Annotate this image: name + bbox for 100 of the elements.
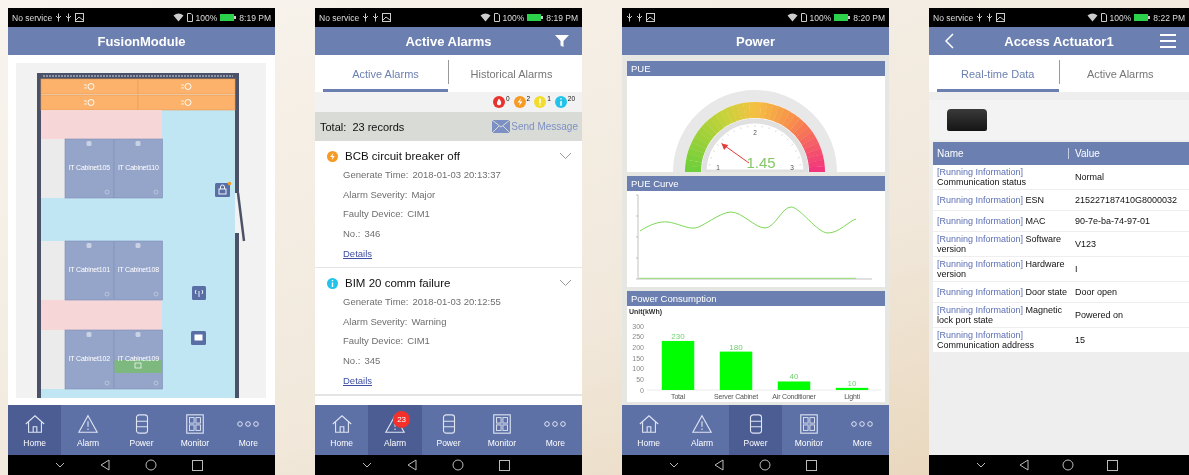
fan-icon (180, 83, 192, 90)
back-icon[interactable] (1018, 459, 1029, 471)
cooling-unit[interactable] (40, 78, 139, 95)
battery-icon (220, 14, 237, 21)
field-label: No.: (343, 227, 361, 239)
screen-title: Access Actuator1 (1004, 33, 1114, 49)
cooling-unit[interactable] (137, 78, 236, 95)
usb-icon (65, 13, 73, 22)
chevron-down-icon[interactable] (55, 461, 66, 469)
screen-title: FusionModule (97, 33, 186, 49)
value-label: 10 (847, 378, 857, 388)
bar (777, 381, 811, 390)
value-label: 230 (671, 331, 685, 341)
table-cell-text: [Running Information] Magnetic lock port state (936, 305, 1064, 325)
alarm-title: BIM 20 comm failure (345, 277, 452, 289)
nav-tab[interactable]: Alarm (675, 405, 729, 455)
nav-tab[interactable]: Alarm (61, 405, 115, 455)
nav-tab[interactable]: Monitor (168, 405, 222, 455)
nav-tab[interactable]: Monitor (782, 405, 836, 455)
back-icon[interactable] (943, 32, 957, 50)
carrier-text: No service (933, 12, 974, 23)
image-icon (75, 13, 85, 22)
field-label: Alarm Severity: (343, 315, 408, 327)
battery-percent: 100% (502, 12, 525, 23)
dots-icon (851, 420, 874, 427)
usb-icon (372, 13, 380, 22)
home-circle-icon[interactable] (1061, 459, 1074, 471)
image-icon (996, 13, 1006, 22)
usb-icon (626, 13, 633, 22)
sim-icon (800, 13, 807, 22)
nav-tab[interactable]: Home (315, 405, 369, 455)
dots-icon (544, 420, 567, 427)
recent-apps-icon[interactable] (498, 459, 510, 471)
field-label: Generate Time: (343, 169, 409, 181)
grid-icon (183, 412, 206, 435)
details-link[interactable]: Details (343, 248, 373, 259)
chevron-down-icon[interactable] (362, 461, 373, 469)
table-cell-text: [Running Information] ESN (936, 195, 1046, 205)
nav-tab[interactable]: More (221, 405, 275, 455)
battery-percent: 100% (1109, 12, 1132, 23)
nav-tab[interactable]: More (835, 405, 889, 455)
clock-time: 8:19 PM (546, 12, 578, 23)
battery-icon (834, 14, 851, 21)
chevron-down-icon[interactable] (669, 461, 680, 469)
field-value: CIM1 (407, 208, 430, 220)
clock-time: 8:22 PM (1153, 12, 1185, 23)
details-link[interactable]: Details (343, 375, 373, 386)
home-circle-icon[interactable] (144, 459, 157, 471)
warning-icon (691, 412, 714, 435)
sim-icon (493, 13, 500, 22)
filter-icon[interactable] (554, 33, 570, 49)
table-cell-text: V123 (1074, 239, 1097, 249)
table-cell-text: [Running Information] Hardware version (936, 259, 1066, 279)
nav-tab[interactable]: Home (8, 405, 62, 455)
display-icon[interactable] (191, 331, 206, 345)
usb-icon (636, 13, 643, 22)
image-icon (382, 13, 392, 22)
table-cell-text: [Running Information] Communication address (936, 330, 1036, 350)
nav-tab[interactable]: Power (728, 405, 783, 455)
field-value: Warning (411, 315, 447, 327)
menu-icon[interactable] (1159, 33, 1177, 49)
back-icon[interactable] (407, 459, 418, 471)
nav-tab[interactable]: Power (421, 405, 476, 455)
value-label: 40 (789, 372, 799, 382)
table-cell-text: [Running Information] Communication status (936, 167, 1028, 187)
tab[interactable]: Historical Alarms (449, 59, 574, 92)
back-icon[interactable] (100, 459, 111, 471)
bar (661, 340, 695, 390)
field-label: Alarm Severity: (343, 188, 408, 200)
recent-apps-icon[interactable] (805, 459, 817, 471)
nav-tab[interactable]: Monitor (475, 405, 529, 455)
usb-icon (986, 13, 994, 22)
column-header: Name (933, 148, 1069, 159)
lock-icon[interactable] (215, 181, 232, 197)
screen-title: Active Alarms (405, 33, 492, 49)
field-label: No.: (343, 354, 361, 366)
back-icon[interactable] (714, 459, 725, 471)
sim-icon (1100, 13, 1107, 22)
wifi-icon (1086, 13, 1098, 22)
nav-tab[interactable]: More (528, 405, 582, 455)
antenna-icon[interactable] (192, 286, 206, 300)
field-value: 345 (364, 354, 381, 366)
grid-icon (797, 412, 820, 435)
recent-apps-icon[interactable] (191, 459, 203, 471)
chevron-down-icon[interactable] (975, 461, 986, 469)
tab[interactable]: Active Alarms (1059, 59, 1181, 92)
image-icon (646, 13, 655, 22)
nav-tab[interactable]: Alarm 23 (368, 405, 422, 455)
recent-apps-icon[interactable] (1106, 459, 1118, 471)
warning-icon (77, 412, 100, 435)
fan-icon (180, 99, 192, 106)
empty-slot (41, 139, 65, 198)
home-circle-icon[interactable] (758, 459, 771, 471)
usb-icon (976, 13, 984, 22)
envelope-icon (492, 120, 511, 133)
nav-tab[interactable]: Power (114, 405, 169, 455)
home-circle-icon[interactable] (451, 459, 464, 471)
screen-title: Power (736, 33, 775, 49)
nav-tab[interactable]: Home (622, 405, 676, 455)
tab[interactable]: Real-time Data (937, 59, 1059, 92)
